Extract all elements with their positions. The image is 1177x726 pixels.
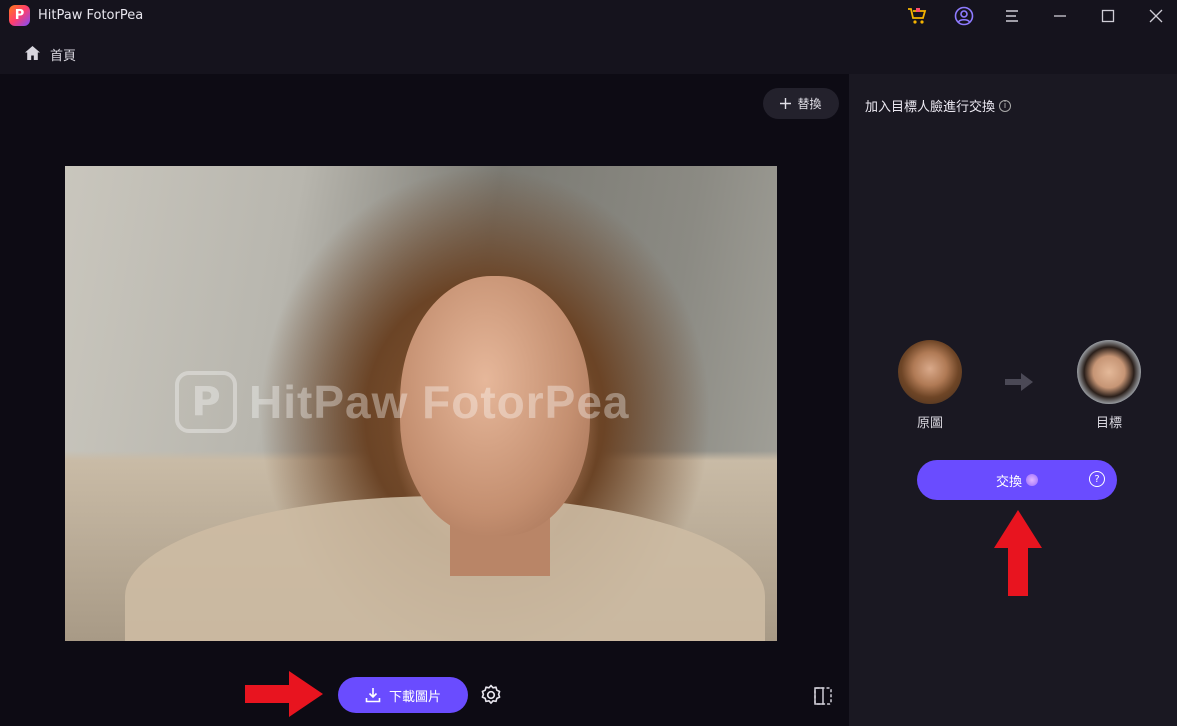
menu-icon[interactable] <box>1000 4 1024 28</box>
maximize-icon[interactable] <box>1096 4 1120 28</box>
source-face-thumbnail[interactable] <box>898 340 962 404</box>
panel-title: 加入目標人臉進行交換 i <box>865 96 1012 115</box>
swap-button[interactable]: 交換 ? <box>917 460 1117 500</box>
plus-icon <box>780 98 792 109</box>
credit-icon <box>1026 474 1038 486</box>
annotation-arrow-right <box>245 671 323 717</box>
editor-canvas: 替換 P HitPaw FotorPea 下載圖片 <box>0 74 849 726</box>
title-bar: P HitPaw FotorPea <box>0 0 1177 32</box>
panel-title-text: 加入目標人臉進行交換 <box>865 100 996 115</box>
watermark: P HitPaw FotorPea <box>175 371 630 433</box>
help-icon[interactable]: ? <box>1089 471 1105 487</box>
cart-icon[interactable] <box>905 4 929 28</box>
download-icon <box>365 688 381 703</box>
target-label: 目標 <box>1096 416 1123 431</box>
home-link[interactable]: 首頁 <box>50 45 76 64</box>
watermark-logo: P <box>175 371 237 433</box>
preview-image: P HitPaw FotorPea <box>65 166 777 641</box>
arrow-right-icon <box>1005 373 1033 391</box>
source-label: 原圖 <box>917 416 944 431</box>
info-icon[interactable]: i <box>999 99 1012 112</box>
nav-bar: 首頁 <box>0 32 1177 74</box>
app-window: P HitPaw FotorPea 首頁 替換 P HitPaw FotorPe… <box>0 0 1177 726</box>
replace-button[interactable]: 替換 <box>763 88 839 119</box>
annotation-arrow-up <box>994 510 1042 596</box>
minimize-icon[interactable] <box>1048 4 1072 28</box>
gear-icon[interactable] <box>480 684 502 706</box>
home-icon[interactable] <box>24 45 41 61</box>
app-title: HitPaw FotorPea <box>38 8 144 23</box>
target-face-thumbnail[interactable] <box>1077 340 1141 404</box>
watermark-text: HitPaw FotorPea <box>249 376 630 428</box>
swap-label: 交換 <box>995 474 1022 490</box>
face-swap-panel: 加入目標人臉進行交換 i 原圖 目標 交換 ? <box>849 74 1177 726</box>
close-icon[interactable] <box>1144 4 1168 28</box>
download-label: 下載圖片 <box>388 689 441 705</box>
compare-view-icon[interactable] <box>813 686 833 706</box>
replace-label: 替換 <box>797 97 822 111</box>
app-logo: P <box>9 5 30 26</box>
account-icon[interactable] <box>952 4 976 28</box>
download-image-button[interactable]: 下載圖片 <box>338 677 468 713</box>
